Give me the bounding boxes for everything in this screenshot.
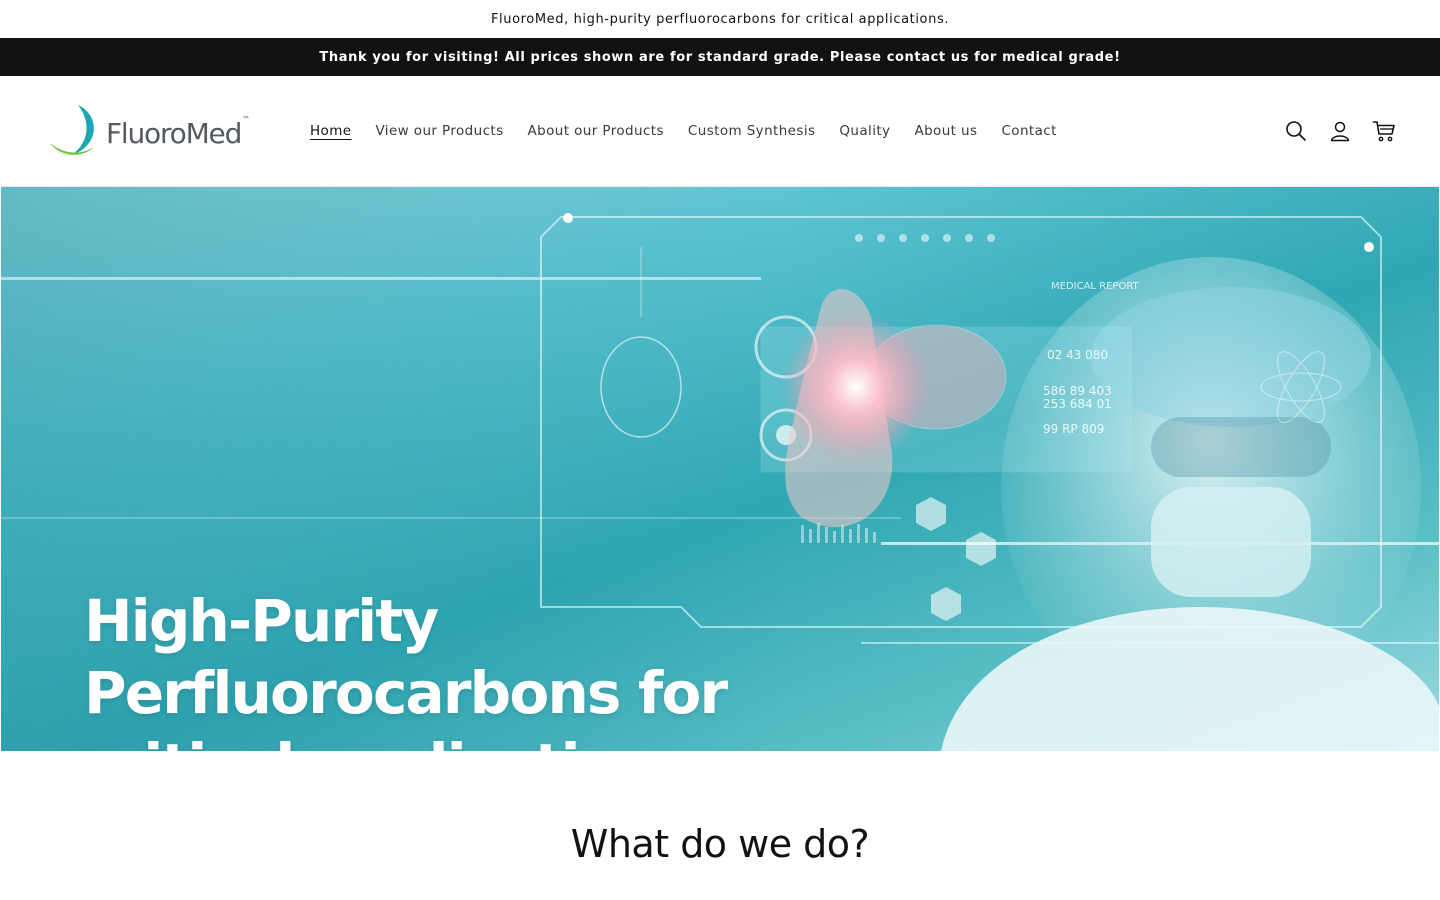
nav-item-about-us[interactable]: About us [914,123,977,139]
hero-banner: MEDICAL REPORT 02 43 080 586 89 403 253 … [1,187,1439,751]
search-icon [1286,121,1306,141]
hero-title-line: critical applications. [84,729,784,751]
cart-icon [1372,121,1395,142]
user-icon [1330,121,1350,142]
header-icons [1284,76,1396,186]
section-heading: What do we do? [570,822,870,866]
nav-item-quality[interactable]: Quality [839,123,890,139]
logo-link[interactable]: FluoroMed ™ [48,100,278,162]
hero-title-line: Perfluorocarbons for [84,659,728,727]
hero-title: High-Purity Perfluorocarbons for critica… [84,585,784,751]
hud-num-4: 99 RP 809 [1043,422,1104,436]
nav-item-contact[interactable]: Contact [1001,123,1056,139]
logo-text: FluoroMed [106,116,242,150]
account-button[interactable] [1328,119,1352,143]
cart-button[interactable] [1372,119,1396,143]
announcement-text: Thank you for visiting! All prices shown… [319,49,1121,65]
nav-item-home[interactable]: Home [310,123,351,139]
nav-item-about-products[interactable]: About our Products [528,123,664,139]
fluoromed-swoosh-icon [50,105,96,157]
nav-item-view-products[interactable]: View our Products [375,123,503,139]
top-line-text: FluoroMed, high-purity perfluorocarbons … [490,11,950,27]
hud-medical-report: MEDICAL REPORT [1051,281,1140,292]
nav-item-custom-synthesis[interactable]: Custom Synthesis [688,123,816,139]
hud-num-1: 02 43 080 [1047,348,1108,362]
site-header: FluoroMed ™ Home View our Products About… [0,76,1440,187]
announcement-bar: Thank you for visiting! All prices shown… [0,38,1440,76]
search-button[interactable] [1284,119,1308,143]
hud-num-2: 586 89 403 [1043,384,1112,398]
top-line-banner: FluoroMed, high-purity perfluorocarbons … [0,0,1440,38]
logo-trademark: ™ [242,114,251,124]
main-nav: Home View our Products About our Product… [310,76,1081,186]
hud-num-3: 253 684 01 [1043,397,1112,411]
hero-title-line: High-Purity [84,587,439,655]
